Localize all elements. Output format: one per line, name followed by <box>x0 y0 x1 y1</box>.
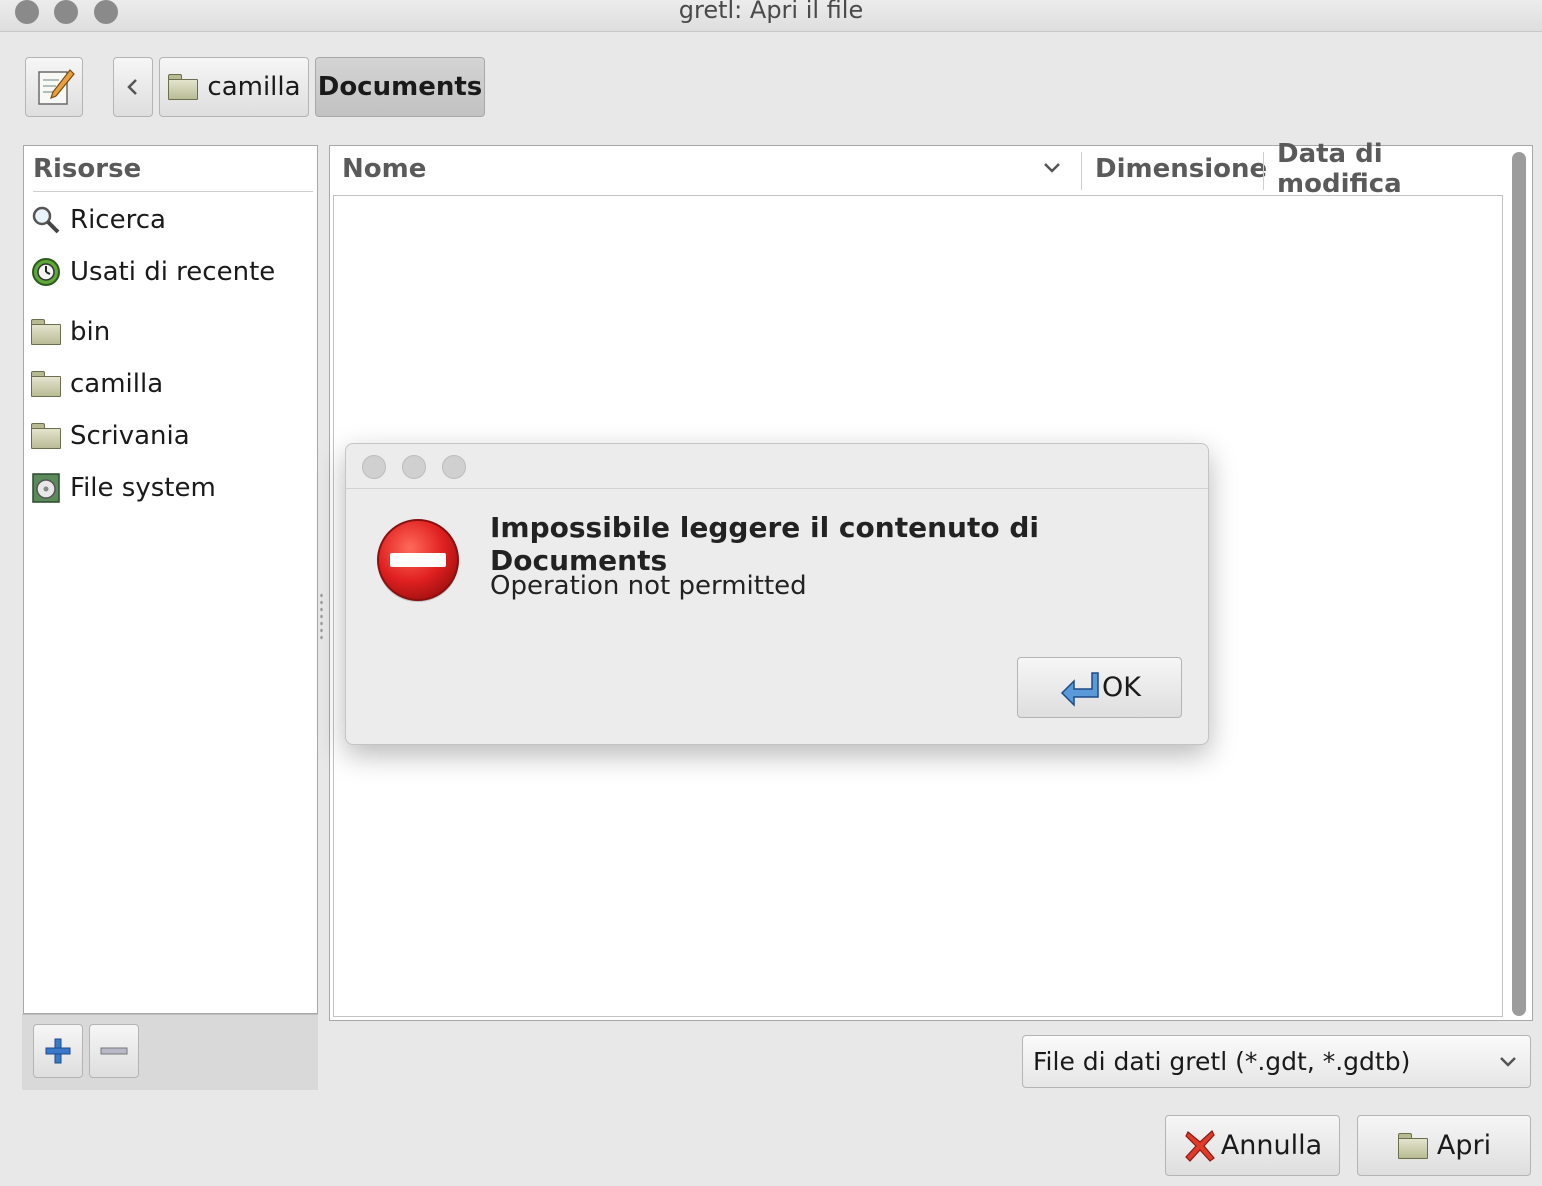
folder-open-icon <box>1397 1130 1431 1162</box>
cancel-x-icon <box>1184 1129 1215 1162</box>
place-item-camilla[interactable]: camilla <box>30 364 163 404</box>
place-item-ricerca[interactable]: Ricerca <box>30 200 166 240</box>
folder-icon <box>30 420 62 452</box>
error-dialog: Impossibile leggere il contenuto di Docu… <box>345 443 1209 745</box>
column-header-label: Dimensione <box>1095 154 1268 184</box>
file-filter-select[interactable]: File di dati gretl (*.gdt, *.gdtb) <box>1022 1035 1531 1088</box>
dialog-message: Operation not permitted <box>490 571 807 601</box>
place-item-label: Usati di recente <box>70 257 276 287</box>
place-item-label: Scrivania <box>70 421 190 451</box>
minus-icon <box>100 1047 128 1055</box>
dialog-zoom-button[interactable] <box>442 455 466 479</box>
window-titlebar: gretl: Apri il file <box>0 0 1542 32</box>
enter-arrow-icon <box>1060 671 1099 707</box>
path-button-documents[interactable]: Documents <box>315 57 485 117</box>
column-header-label: Nome <box>342 154 427 184</box>
column-divider <box>1081 152 1082 190</box>
place-item-filesystem[interactable]: File system <box>30 468 216 508</box>
chevron-left-icon <box>127 79 137 95</box>
dialog-close-button[interactable] <box>362 455 386 479</box>
pane-splitter[interactable] <box>319 592 324 642</box>
place-item-recent[interactable]: Usati di recente <box>30 252 275 292</box>
edit-location-button[interactable] <box>25 57 83 117</box>
path-button-label: Documents <box>317 72 483 102</box>
cancel-button[interactable]: Annulla <box>1165 1115 1340 1176</box>
error-icon <box>377 519 459 602</box>
place-item-bin[interactable]: bin <box>30 312 110 352</box>
dialog-titlebar <box>346 444 1208 489</box>
ok-button-label: OK <box>1102 672 1141 703</box>
search-icon <box>32 206 60 234</box>
path-button-camilla[interactable]: camilla <box>159 57 309 117</box>
scrollbar-thumb[interactable] <box>1512 152 1526 1016</box>
pencil-notepad-icon <box>38 69 75 105</box>
chevron-down-icon <box>1500 1057 1516 1067</box>
open-button[interactable]: Apri <box>1357 1115 1531 1176</box>
add-bookmark-button[interactable] <box>33 1024 83 1078</box>
column-header-size[interactable]: Dimensione <box>1095 146 1268 192</box>
dialog-title: Impossibile leggere il contenuto di Docu… <box>490 511 1039 577</box>
open-button-label: Apri <box>1436 1130 1492 1161</box>
drive-icon <box>32 473 60 503</box>
ok-button[interactable]: OK <box>1017 657 1182 718</box>
column-header-modified[interactable]: Data di modifica <box>1277 139 1507 199</box>
path-button-label: camilla <box>207 72 301 102</box>
column-divider <box>1263 152 1264 190</box>
place-item-label: File system <box>70 473 216 503</box>
chevron-down-icon[interactable] <box>1042 160 1062 176</box>
window-title: gretl: Apri il file <box>678 0 864 24</box>
folder-icon <box>30 316 62 348</box>
places-sidebar: Risorse Ricerca Usati di recente bin cam… <box>23 145 318 1014</box>
cancel-button-label: Annulla <box>1220 1130 1323 1161</box>
file-filter-value: File di dati gretl (*.gdt, *.gdtb) <box>1033 1047 1411 1076</box>
place-item-label: bin <box>70 317 111 347</box>
folder-icon <box>30 368 62 400</box>
dialog-minimize-button[interactable] <box>402 455 426 479</box>
place-item-scrivania[interactable]: Scrivania <box>30 416 190 456</box>
remove-bookmark-button[interactable] <box>89 1024 139 1078</box>
recent-icon <box>32 258 60 286</box>
back-button[interactable] <box>113 57 153 117</box>
column-header-label: Data di modifica <box>1277 139 1402 199</box>
plus-icon <box>45 1038 71 1064</box>
place-item-label: Ricerca <box>70 205 166 235</box>
places-header: Risorse <box>33 146 313 192</box>
column-header-name[interactable]: Nome <box>342 146 1082 192</box>
folder-icon <box>167 71 199 103</box>
place-item-label: camilla <box>70 369 164 399</box>
